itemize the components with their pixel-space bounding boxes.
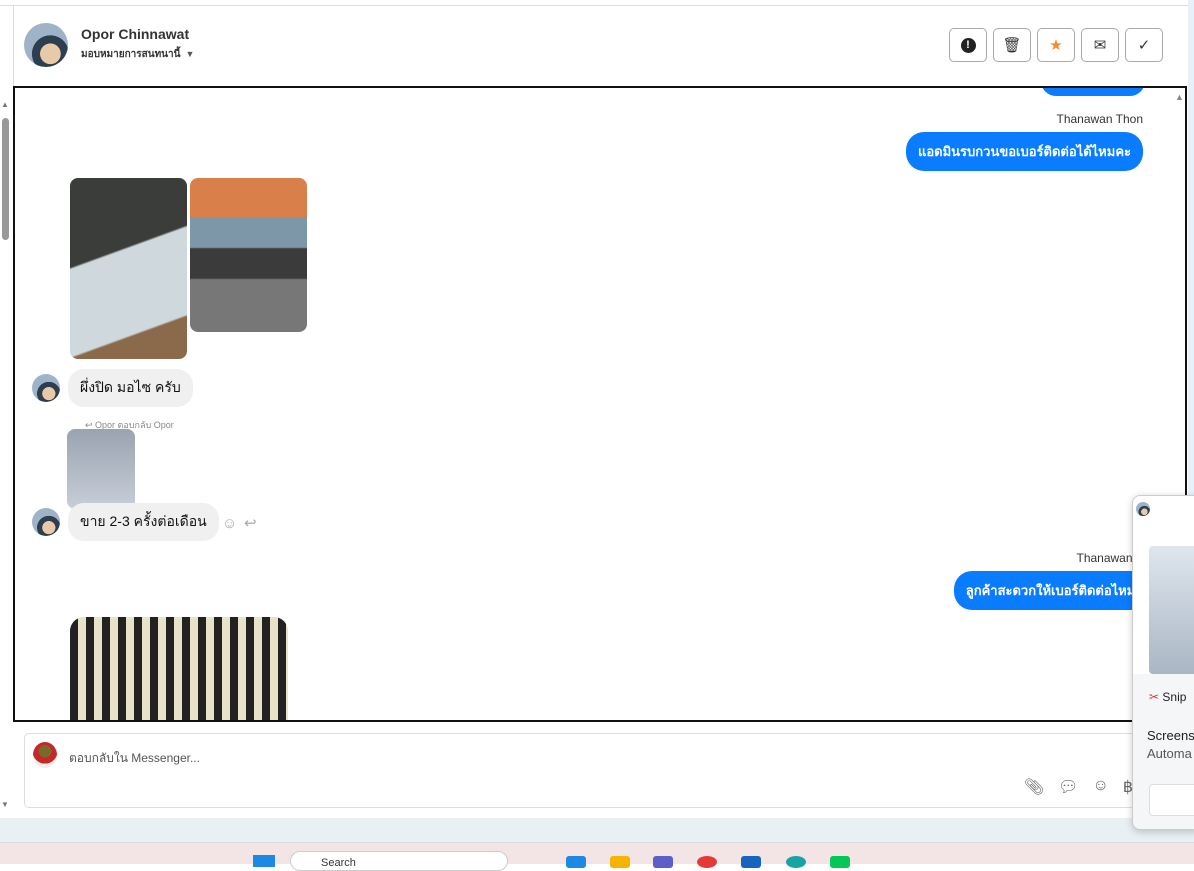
scrollbar-thumb[interactable] [2, 118, 9, 240]
azure-icon[interactable] [566, 856, 586, 868]
delete-button[interactable]: 🗑 [993, 28, 1031, 62]
check-icon: ✓ [1137, 37, 1151, 54]
assign-conversation-dropdown[interactable]: มอบหมายการสนทนานี้ ▼ [81, 47, 194, 62]
contact-avatar[interactable] [24, 23, 68, 67]
message-composer[interactable]: ตอบกลับใน Messenger... 📎︎ 💬︎ ☺ ฿ [24, 733, 1154, 808]
message-bubble-incoming: ขาย 2-3 ครั้งต่อเดือน [68, 503, 219, 541]
emoji-react-icon[interactable]: ☺ [222, 515, 237, 532]
sender-avatar [32, 374, 60, 402]
exclamation-circle-icon: ! [960, 37, 976, 53]
line-icon[interactable] [830, 856, 850, 868]
left-divider [13, 6, 14, 86]
message-bubble-outgoing: แอดมินรบกวนขอเบอร์ติดต่อได้ไหมคะ [905, 132, 1143, 171]
conversation-actions: ! 🗑 ★ ✉ ✓ [949, 28, 1163, 62]
scroll-down-icon[interactable]: ▼ [1, 800, 9, 809]
photo-tablecloth[interactable] [70, 617, 288, 720]
star-icon: ★ [1049, 37, 1063, 54]
trash-icon: 🗑 [1002, 37, 1022, 54]
emoji-icon[interactable]: ☺ [1092, 777, 1108, 797]
snipping-tool-icon: ✂ [1149, 690, 1160, 704]
taskbar-search[interactable]: Search [290, 851, 508, 871]
page-scrollbar[interactable]: ▲ ▼ [0, 100, 12, 814]
spam-button[interactable]: ! [949, 28, 987, 62]
photo-motorcycle[interactable] [190, 178, 307, 332]
envelope-icon: ✉ [1093, 37, 1107, 54]
teams-icon[interactable] [653, 856, 673, 868]
notification-app: ✂ Snip [1149, 690, 1186, 704]
file-explorer-icon[interactable] [610, 856, 630, 868]
top-divider [0, 0, 1194, 6]
star-button[interactable]: ★ [1037, 28, 1075, 62]
chrome-icon[interactable] [697, 856, 717, 868]
sender-avatar [32, 508, 60, 536]
reply-input[interactable]: ตอบกลับใน Messenger... [69, 749, 200, 768]
message-bubble-incoming: ผึ่งปิด มอไซ ครับ [68, 369, 193, 407]
assign-label: มอบหมายการสนทนานี้ [81, 49, 181, 60]
windows-start-icon[interactable] [253, 855, 275, 867]
photo-document[interactable] [70, 178, 187, 359]
snip-notification[interactable]: ✂ Snip Screens Automa [1132, 495, 1194, 830]
message-bubble-outgoing [1041, 88, 1145, 96]
page-footer-bg [0, 818, 1194, 842]
notification-app-name: Snip [1162, 690, 1187, 704]
notification-avatar [1136, 502, 1150, 516]
notification-title: Screens [1147, 728, 1194, 743]
message-thread[interactable]: ▲ Thanawan Thon แอดมินรบกวนขอเบอร์ติดต่อ… [13, 86, 1187, 722]
done-button[interactable]: ✓ [1125, 28, 1163, 62]
notification-action-button[interactable] [1149, 784, 1194, 816]
reply-icon[interactable]: ↩ [244, 514, 257, 532]
thread-scroll-up-icon[interactable]: ▲ [1175, 92, 1184, 102]
taskbar: Search [0, 842, 1194, 871]
scroll-up-icon[interactable]: ▲ [1, 100, 9, 109]
mark-unread-button[interactable]: ✉ [1081, 28, 1119, 62]
replied-photo[interactable] [67, 429, 135, 509]
caret-down-icon: ▼ [185, 49, 195, 59]
notification-subtitle: Automa [1147, 746, 1192, 761]
paperclip-icon[interactable]: 📎︎ [1024, 777, 1044, 797]
store-icon[interactable] [741, 856, 761, 868]
contact-name: Opor Chinnawat [81, 26, 190, 42]
edge-icon[interactable] [786, 856, 806, 868]
sender-name: Thanawan Thon [1056, 112, 1143, 126]
page-avatar [33, 742, 57, 768]
saved-reply-icon[interactable]: 💬︎ [1058, 777, 1078, 797]
notification-preview-image [1149, 546, 1194, 674]
